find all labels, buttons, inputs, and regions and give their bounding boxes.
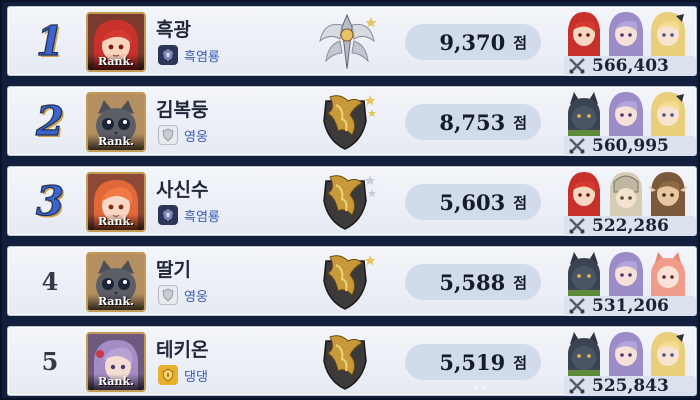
- player-level: Rank. 119: [88, 134, 144, 150]
- team-lineup[interactable]: [564, 170, 690, 218]
- player-level: Rank. 114: [88, 214, 144, 230]
- shield-crest-icon: [158, 125, 178, 145]
- elf-archer-icon: [648, 172, 688, 216]
- player-name: 사신수: [156, 179, 209, 201]
- purple-hair-mage-icon: [609, 332, 643, 376]
- team-power: 560,995: [564, 136, 696, 156]
- power-value: 522,286: [592, 216, 669, 236]
- team-lineup[interactable]: [564, 10, 690, 58]
- page-indicator: [474, 386, 486, 389]
- ranking-row[interactable]: 5 Rank. 115 테키온 댕댕: [7, 326, 697, 396]
- dark-wolf-beast-icon: [568, 92, 600, 136]
- score-value: 5,603: [439, 189, 506, 215]
- crossed-swords-icon: [569, 138, 585, 154]
- player-name: 김복둥: [156, 99, 209, 121]
- crossed-swords-icon: [569, 378, 585, 394]
- rank-number: 2: [35, 97, 64, 145]
- team-power: 525,843: [564, 376, 696, 396]
- rank-number: 4: [41, 266, 59, 296]
- page-dot: [474, 386, 477, 389]
- player-avatar[interactable]: Rank. 117: [86, 12, 146, 72]
- red-hair-warrior-icon: [568, 172, 600, 216]
- score-value: 8,753: [439, 109, 506, 135]
- player-level: Rank. 115: [88, 374, 144, 390]
- team-power: 566,403: [564, 56, 696, 76]
- shield-crest-icon: [158, 285, 178, 305]
- score-unit: 점: [513, 353, 527, 372]
- purple-hair-mage-icon: [609, 12, 643, 56]
- score-display: 5,603 점: [405, 184, 541, 220]
- crossed-swords-icon: [569, 298, 585, 314]
- power-value: 531,206: [592, 296, 669, 316]
- score-display: 9,370 점: [405, 24, 541, 60]
- score-value: 9,370: [439, 29, 506, 55]
- leaderboard-panel: 1 Rank. 117 흑광 흑염룡: [0, 0, 700, 400]
- blonde-hair-knight-icon: [651, 92, 685, 136]
- purple-hair-mage-icon: [609, 252, 643, 296]
- guild-name: 흑염룡: [184, 209, 220, 225]
- score-display: 5,588 점: [405, 264, 541, 300]
- guild-info: 흑염룡: [158, 45, 220, 65]
- ranking-row[interactable]: 2 Rank. 119 김복둥 영웅: [7, 86, 697, 156]
- crossed-swords-icon: [569, 58, 585, 74]
- blonde-hair-knight-icon: [651, 12, 685, 56]
- blonde-hair-knight-icon: [651, 332, 685, 376]
- gold-dragon-crest-icon: [314, 171, 380, 233]
- score-unit: 점: [513, 273, 527, 292]
- team-lineup[interactable]: [564, 330, 690, 378]
- score-display: 5,519 점: [405, 344, 541, 380]
- guild-name: 흑염룡: [184, 49, 220, 65]
- player-avatar[interactable]: Rank. 119: [86, 92, 146, 152]
- power-value: 525,843: [592, 376, 669, 396]
- ranking-row[interactable]: 4 Rank. 118 딸기 영웅: [7, 246, 697, 316]
- rank-number: 5: [41, 346, 59, 376]
- guild-name: 댕댕: [184, 369, 208, 385]
- guild-info: 영웅: [158, 285, 208, 305]
- guild-name: 영웅: [184, 129, 208, 145]
- player-name: 흑광: [156, 19, 191, 41]
- score-display: 8,753 점: [405, 104, 541, 140]
- player-avatar[interactable]: Rank. 115: [86, 332, 146, 392]
- score-unit: 점: [513, 113, 527, 132]
- player-name: 테키온: [156, 339, 209, 361]
- rank-number: 3: [35, 177, 64, 225]
- player-avatar[interactable]: Rank. 118: [86, 252, 146, 312]
- silver-angel-crest-icon: [314, 11, 380, 73]
- player-name: 딸기: [156, 259, 191, 281]
- page-dot: [483, 386, 486, 389]
- player-level: Rank. 118: [88, 294, 144, 310]
- team-lineup[interactable]: [564, 90, 690, 138]
- ranking-row[interactable]: 3 Rank. 114 사신수 흑염룡: [7, 166, 697, 236]
- guild-info: 댕댕: [158, 365, 208, 385]
- helmet-knight-icon: [610, 172, 642, 216]
- guild-name: 영웅: [184, 289, 208, 305]
- crossed-swords-icon: [569, 218, 585, 234]
- gold-dragon-crest-icon: [314, 251, 380, 313]
- score-value: 5,519: [439, 349, 506, 375]
- power-value: 560,995: [592, 136, 669, 156]
- rank-number: 1: [35, 17, 64, 65]
- team-lineup[interactable]: [564, 250, 690, 298]
- guild-info: 영웅: [158, 125, 208, 145]
- team-power: 531,206: [564, 296, 696, 316]
- dark-wolf-beast-icon: [568, 332, 600, 376]
- purple-hair-mage-icon: [609, 92, 643, 136]
- score-unit: 점: [513, 193, 527, 212]
- gold-dragon-crest-icon: [314, 331, 380, 393]
- team-power: 522,286: [564, 216, 696, 236]
- red-hair-warrior-icon: [568, 12, 600, 56]
- gold-crest-icon: [158, 365, 178, 385]
- player-level: Rank. 117: [88, 54, 144, 70]
- power-value: 566,403: [592, 56, 669, 76]
- fox-ear-girl-icon: [651, 252, 685, 296]
- guild-info: 흑염룡: [158, 205, 220, 225]
- dragon-crest-icon: [158, 205, 178, 225]
- gold-dragon-crest-icon: [314, 91, 380, 153]
- score-value: 5,588: [439, 269, 506, 295]
- score-unit: 점: [513, 33, 527, 52]
- dragon-crest-icon: [158, 45, 178, 65]
- ranking-row[interactable]: 1 Rank. 117 흑광 흑염룡: [7, 6, 697, 76]
- dark-wolf-beast-icon: [568, 252, 600, 296]
- player-avatar[interactable]: Rank. 114: [86, 172, 146, 232]
